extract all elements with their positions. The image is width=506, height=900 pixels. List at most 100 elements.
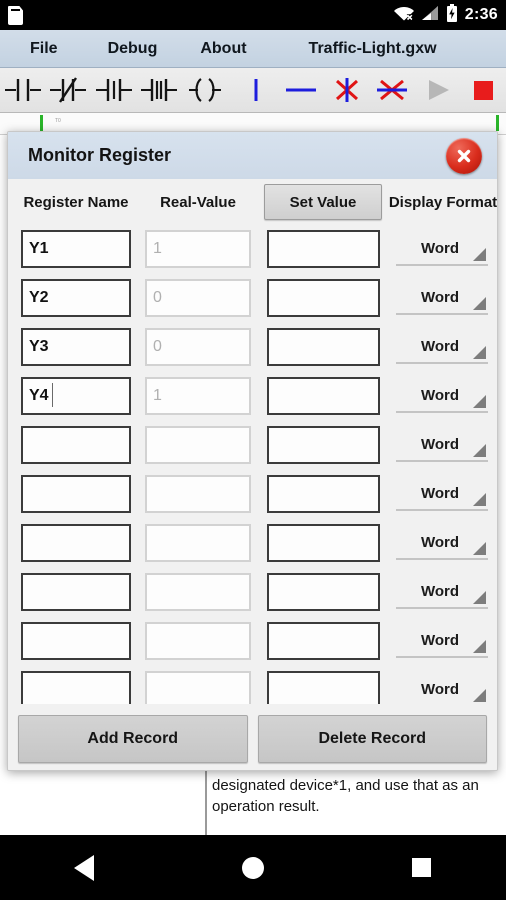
coil-icon[interactable]	[182, 68, 227, 112]
table-row: Word	[8, 273, 497, 322]
menu-file[interactable]: File	[30, 40, 58, 58]
real-value-input	[145, 671, 251, 704]
menu-about[interactable]: About	[200, 40, 246, 58]
register-name-input[interactable]	[21, 622, 131, 660]
set-value-input[interactable]	[267, 377, 380, 415]
monitor-register-dialog: Monitor Register Register Name Real-Valu…	[7, 131, 498, 771]
register-name-input[interactable]	[21, 230, 131, 268]
set-value-input[interactable]	[267, 475, 380, 513]
display-format-spinner[interactable]: Word	[396, 281, 488, 315]
android-nav-bar	[0, 835, 506, 900]
set-value-input[interactable]	[267, 671, 380, 704]
display-format-spinner[interactable]: Word	[396, 624, 488, 658]
set-value-input[interactable]	[267, 426, 380, 464]
display-format-spinner[interactable]: Word	[396, 379, 488, 413]
real-value-input	[145, 524, 251, 562]
table-row: Word	[8, 322, 497, 371]
delete-record-button[interactable]: Delete Record	[257, 715, 487, 763]
real-value-input	[145, 573, 251, 611]
real-value-input	[145, 475, 251, 513]
dialog-title-bar: Monitor Register	[8, 132, 497, 180]
close-icon[interactable]	[446, 137, 482, 174]
display-format-spinner[interactable]: Word	[396, 330, 488, 364]
app-menu-bar: File Debug About Traffic-Light.gxw	[0, 30, 506, 68]
status-bar-right: 2:36	[393, 3, 498, 27]
display-format-spinner[interactable]: Word	[396, 575, 488, 609]
contact-falling-edge-icon[interactable]	[136, 68, 181, 112]
chevron-down-icon	[473, 542, 486, 555]
ladder-label: T0	[55, 118, 61, 124]
register-name-input[interactable]	[21, 377, 131, 415]
real-value-input	[145, 426, 251, 464]
register-rows-list[interactable]: Word Word Word Word Word Word Word Word Word Word…	[8, 224, 497, 704]
display-format-spinner[interactable]: Word	[396, 232, 488, 266]
display-format-spinner[interactable]: Word	[396, 673, 488, 704]
table-column-headers: Register Name Real-Value Set Value Displ…	[8, 180, 497, 224]
table-row: Word	[8, 371, 497, 420]
chevron-down-icon	[473, 248, 486, 261]
column-display-format: Display Format	[388, 193, 498, 211]
chevron-down-icon	[473, 297, 486, 310]
table-row: Word	[8, 420, 497, 469]
delete-horizontal-line-icon[interactable]	[370, 68, 415, 112]
status-bar-left	[8, 5, 23, 25]
register-name-input[interactable]	[21, 426, 131, 464]
run-icon[interactable]	[415, 68, 460, 112]
column-real-value: Real-Value	[160, 193, 236, 211]
set-value-input[interactable]	[267, 622, 380, 660]
set-value-input[interactable]	[267, 279, 380, 317]
register-name-input[interactable]	[21, 524, 131, 562]
delete-vertical-line-icon[interactable]	[324, 68, 369, 112]
real-value-input	[145, 279, 251, 317]
horizontal-line-icon[interactable]	[279, 68, 324, 112]
chevron-down-icon	[473, 346, 486, 359]
table-row: Word	[8, 224, 497, 273]
column-set-value-button[interactable]: Set Value	[264, 184, 382, 220]
display-format-spinner[interactable]: Word	[396, 428, 488, 462]
display-format-spinner[interactable]: Word	[396, 477, 488, 511]
stop-icon[interactable]	[460, 68, 505, 112]
status-bar-clock: 2:36	[464, 6, 498, 23]
display-format-spinner[interactable]: Word	[396, 526, 488, 560]
dialog-footer: Add Record Delete Record	[8, 708, 497, 770]
set-value-input[interactable]	[267, 524, 380, 562]
ladder-marker	[40, 115, 43, 131]
register-name-input[interactable]	[21, 279, 131, 317]
screen: 2:36 File Debug About Traffic-Light.gxw	[0, 0, 506, 900]
set-value-input[interactable]	[267, 328, 380, 366]
home-icon[interactable]	[218, 835, 288, 900]
chevron-down-icon	[473, 689, 486, 702]
contact-rising-edge-icon[interactable]	[91, 68, 136, 112]
battery-charging-icon	[446, 3, 458, 27]
project-title: Traffic-Light.gxw	[308, 39, 437, 57]
register-name-input[interactable]	[21, 475, 131, 513]
ladder-marker	[496, 115, 499, 131]
add-record-button[interactable]: Add Record	[18, 715, 248, 763]
app-toolbar	[0, 68, 506, 113]
set-value-input[interactable]	[267, 230, 380, 268]
column-register-name: Register Name	[23, 193, 129, 211]
set-value-input[interactable]	[267, 573, 380, 611]
contact-nc-icon[interactable]	[45, 68, 90, 112]
chevron-down-icon	[473, 493, 486, 506]
vertical-line-icon[interactable]	[233, 68, 278, 112]
chevron-down-icon	[473, 395, 486, 408]
dialog-title: Monitor Register	[28, 145, 172, 165]
recents-icon[interactable]	[387, 835, 457, 900]
real-value-input	[145, 377, 251, 415]
text-caret	[52, 383, 53, 407]
register-name-input[interactable]	[21, 671, 131, 704]
real-value-input	[145, 230, 251, 268]
back-icon[interactable]	[49, 835, 119, 900]
table-row: Word	[8, 665, 497, 704]
menu-debug[interactable]: Debug	[108, 40, 158, 58]
register-name-input[interactable]	[21, 328, 131, 366]
android-status-bar: 2:36	[0, 0, 506, 30]
chevron-down-icon	[473, 640, 486, 653]
real-value-input	[145, 328, 251, 366]
register-name-input[interactable]	[21, 573, 131, 611]
cellular-signal-icon	[421, 5, 439, 26]
sdcard-icon	[8, 5, 23, 25]
table-row: Word	[8, 469, 497, 518]
contact-no-icon[interactable]	[0, 68, 45, 112]
